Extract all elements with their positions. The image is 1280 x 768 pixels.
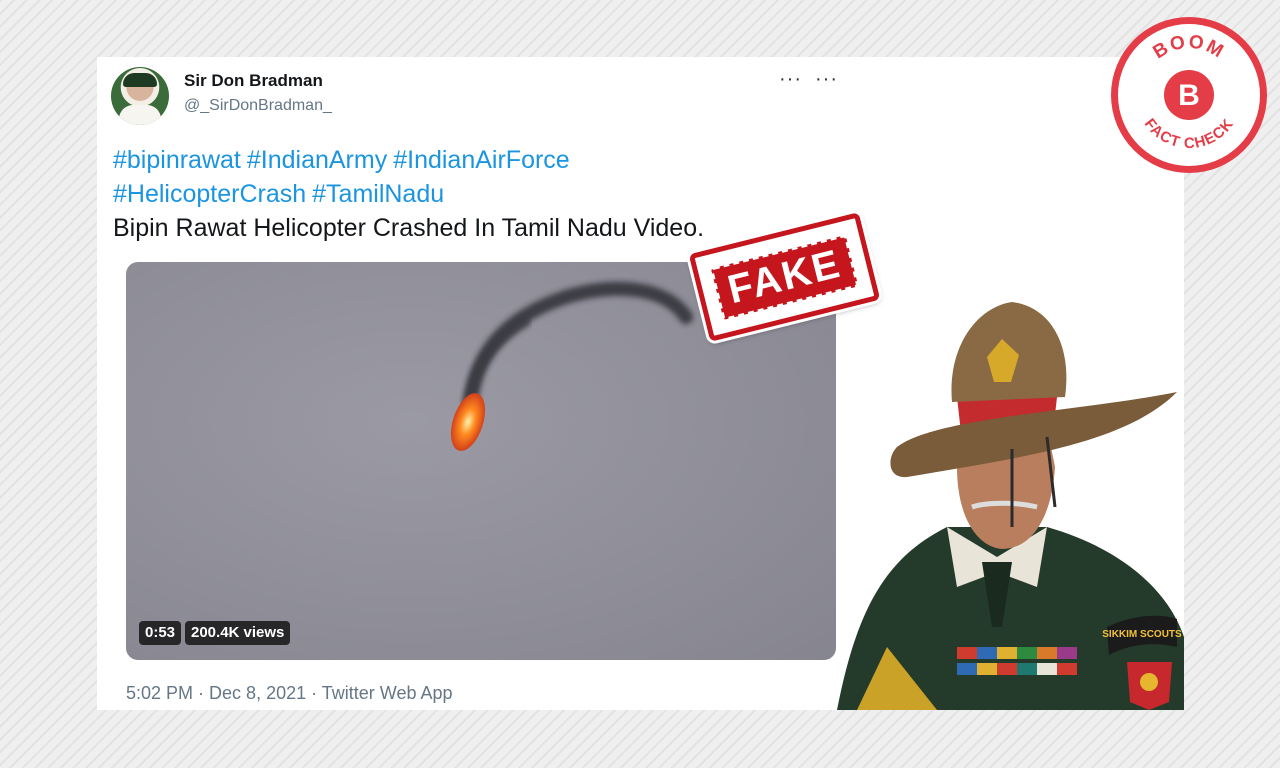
- tweet-meta: 5:02 PMDec 8, 2021Twitter Web App: [126, 683, 453, 704]
- hashtag-link[interactable]: #HelicopterCrash: [113, 180, 306, 208]
- tweet-source[interactable]: Twitter Web App: [306, 683, 452, 703]
- boom-logo[interactable]: BOOM FACT CHECK B: [1116, 22, 1262, 168]
- article-canvas: Sir Don Bradman @_SirDonBradman_ ··· ···…: [97, 57, 1184, 710]
- hashtag-link[interactable]: #bipinrawat: [113, 146, 241, 174]
- tweet-time[interactable]: 5:02 PM: [126, 683, 193, 703]
- hashtag-link[interactable]: #TamilNadu: [312, 180, 444, 208]
- smoke-icon: [464, 281, 693, 409]
- more-icon[interactable]: ···: [815, 69, 838, 89]
- fake-label: FAKE: [710, 234, 859, 320]
- avatar[interactable]: [111, 67, 169, 125]
- boom-bottom-text: FACT CHECK: [1141, 115, 1237, 152]
- hashtag-line: #bipinrawat #IndianArmy #IndianAirForce: [113, 143, 853, 177]
- video-views-badge: 200.4K views: [185, 621, 291, 645]
- user-handle[interactable]: @_SirDonBradman_: [184, 97, 332, 115]
- hashtag-link[interactable]: #IndianArmy: [247, 146, 387, 174]
- hashtag-link[interactable]: #IndianAirForce: [393, 146, 569, 174]
- tweet-text: #bipinrawat #IndianArmy #IndianAirForce #H…: [113, 143, 853, 245]
- avatar-shirt: [119, 105, 161, 125]
- tweet-sentence: Bipin Rawat Helicopter Crashed In Tamil …: [113, 214, 705, 242]
- boom-top-text: BOOM: [1150, 31, 1229, 63]
- tweet-card: Sir Don Bradman @_SirDonBradman_ ··· ···…: [97, 57, 857, 710]
- tweet-date[interactable]: Dec 8, 2021: [193, 683, 306, 703]
- video-duration-badge: 0:53: [139, 621, 182, 645]
- boom-letter: B: [1178, 79, 1200, 112]
- avatar-cap: [123, 73, 157, 87]
- shoulder-title: SIKKIM SCOUTS: [1102, 629, 1182, 640]
- hashtag-line: #HelicopterCrash #TamilNadu: [113, 177, 853, 211]
- fire-icon: [450, 393, 486, 451]
- display-name[interactable]: Sir Don Bradman: [184, 71, 323, 91]
- boom-logo-art: BOOM FACT CHECK B: [1141, 31, 1237, 152]
- more-icon[interactable]: ···: [779, 69, 802, 89]
